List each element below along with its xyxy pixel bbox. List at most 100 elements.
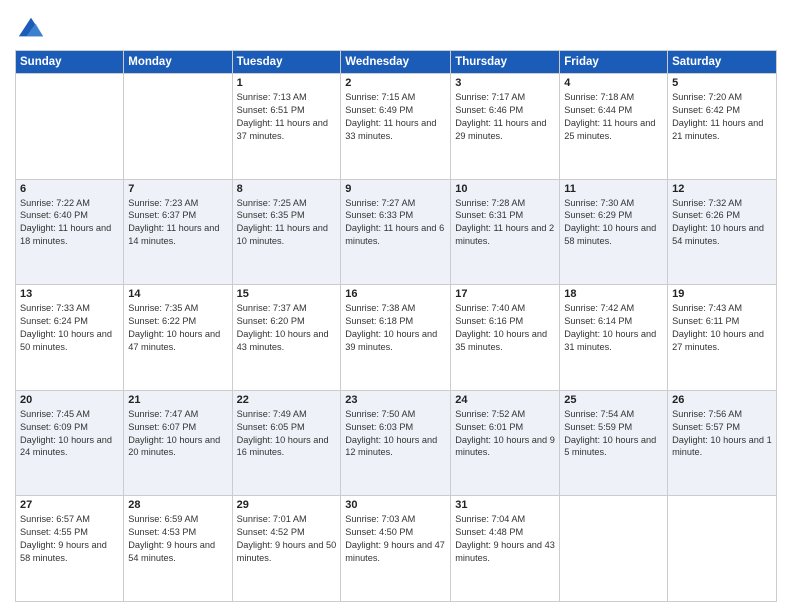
cell-content: Sunrise: 6:57 AMSunset: 4:55 PMDaylight:… — [20, 514, 107, 563]
col-sunday: Sunday — [16, 51, 124, 74]
table-row: 31 Sunrise: 7:04 AMSunset: 4:48 PMDayligh… — [451, 496, 560, 602]
day-number: 20 — [20, 394, 119, 406]
day-number: 4 — [564, 77, 663, 89]
cell-content: Sunrise: 7:42 AMSunset: 6:14 PMDaylight:… — [564, 303, 656, 352]
table-row: 4 Sunrise: 7:18 AMSunset: 6:44 PMDaylight… — [560, 74, 668, 180]
table-row: 20 Sunrise: 7:45 AMSunset: 6:09 PMDayligh… — [16, 390, 124, 496]
cell-content: Sunrise: 7:37 AMSunset: 6:20 PMDaylight:… — [237, 303, 329, 352]
day-number: 18 — [564, 288, 663, 300]
day-number: 19 — [672, 288, 772, 300]
cell-content: Sunrise: 7:13 AMSunset: 6:51 PMDaylight:… — [237, 92, 328, 141]
table-row: 9 Sunrise: 7:27 AMSunset: 6:33 PMDaylight… — [341, 179, 451, 285]
table-row: 29 Sunrise: 7:01 AMSunset: 4:52 PMDayligh… — [232, 496, 341, 602]
col-friday: Friday — [560, 51, 668, 74]
day-number: 12 — [672, 183, 772, 195]
table-row: 7Sunrise: 7:23 AMSunset: 6:37 PMDaylight… — [124, 179, 232, 285]
cell-content: Sunrise: 7:45 AMSunset: 6:09 PMDaylight:… — [20, 409, 112, 458]
col-thursday: Thursday — [451, 51, 560, 74]
cell-content: Sunrise: 7:18 AMSunset: 6:44 PMDaylight:… — [564, 92, 655, 141]
day-number: 5 — [672, 77, 772, 89]
day-number: 14 — [128, 288, 227, 300]
day-number: 17 — [455, 288, 555, 300]
cell-content: Sunrise: 7:28 AMSunset: 6:31 PMDaylight:… — [455, 198, 554, 247]
table-row: 1Sunrise: 7:13 AMSunset: 6:51 PMDaylight… — [232, 74, 341, 180]
table-row: 10 Sunrise: 7:28 AMSunset: 6:31 PMDayligh… — [451, 179, 560, 285]
page: Sunday Monday Tuesday Wednesday Thursday… — [0, 0, 792, 612]
day-number: 9 — [345, 183, 446, 195]
day-number: 15 — [237, 288, 337, 300]
day-number: 8 — [237, 183, 337, 195]
cell-content: Sunrise: 7:33 AMSunset: 6:24 PMDaylight:… — [20, 303, 112, 352]
table-row: 2 Sunrise: 7:15 AMSunset: 6:49 PMDaylight… — [341, 74, 451, 180]
day-number: 26 — [672, 394, 772, 406]
day-number: 28 — [128, 499, 227, 511]
cell-content: Sunrise: 6:59 AMSunset: 4:53 PMDaylight:… — [128, 514, 215, 563]
calendar-week-row: 20 Sunrise: 7:45 AMSunset: 6:09 PMDayligh… — [16, 390, 777, 496]
table-row: 28 Sunrise: 6:59 AMSunset: 4:53 PMDayligh… — [124, 496, 232, 602]
table-row: 24 Sunrise: 7:52 AMSunset: 6:01 PMDayligh… — [451, 390, 560, 496]
calendar-week-row: 6 Sunrise: 7:22 AMSunset: 6:40 PMDaylight… — [16, 179, 777, 285]
cell-content: Sunrise: 7:50 AMSunset: 6:03 PMDaylight:… — [345, 409, 437, 458]
cell-content: Sunrise: 7:23 AMSunset: 6:37 PMDaylight:… — [128, 198, 219, 247]
table-row — [668, 496, 777, 602]
cell-content: Sunrise: 7:01 AMSunset: 4:52 PMDaylight:… — [237, 514, 337, 563]
calendar-header-row: Sunday Monday Tuesday Wednesday Thursday… — [16, 51, 777, 74]
calendar-week-row: 13 Sunrise: 7:33 AMSunset: 6:24 PMDayligh… — [16, 285, 777, 391]
col-wednesday: Wednesday — [341, 51, 451, 74]
logo — [15, 14, 45, 42]
table-row: 17 Sunrise: 7:40 AMSunset: 6:16 PMDayligh… — [451, 285, 560, 391]
day-number: 24 — [455, 394, 555, 406]
day-number: 25 — [564, 394, 663, 406]
day-number: 6 — [20, 183, 119, 195]
day-number: 23 — [345, 394, 446, 406]
cell-content: Sunrise: 7:49 AMSunset: 6:05 PMDaylight:… — [237, 409, 329, 458]
day-number: 16 — [345, 288, 446, 300]
day-number: 31 — [455, 499, 555, 511]
table-row: 27 Sunrise: 6:57 AMSunset: 4:55 PMDayligh… — [16, 496, 124, 602]
table-row: 5 Sunrise: 7:20 AMSunset: 6:42 PMDaylight… — [668, 74, 777, 180]
table-row: 14 Sunrise: 7:35 AMSunset: 6:22 PMDayligh… — [124, 285, 232, 391]
day-number: 29 — [237, 499, 337, 511]
cell-content: Sunrise: 7:40 AMSunset: 6:16 PMDaylight:… — [455, 303, 547, 352]
cell-content: Sunrise: 7:27 AMSunset: 6:33 PMDaylight:… — [345, 198, 444, 247]
table-row: 6 Sunrise: 7:22 AMSunset: 6:40 PMDaylight… — [16, 179, 124, 285]
cell-content: Sunrise: 7:25 AMSunset: 6:35 PMDaylight:… — [237, 198, 328, 247]
calendar-week-row: 1Sunrise: 7:13 AMSunset: 6:51 PMDaylight… — [16, 74, 777, 180]
table-row: 8 Sunrise: 7:25 AMSunset: 6:35 PMDaylight… — [232, 179, 341, 285]
day-number: 27 — [20, 499, 119, 511]
cell-content: Sunrise: 7:04 AMSunset: 4:48 PMDaylight:… — [455, 514, 555, 563]
cell-content: Sunrise: 7:32 AMSunset: 6:26 PMDaylight:… — [672, 198, 764, 247]
cell-content: Sunrise: 7:52 AMSunset: 6:01 PMDaylight:… — [455, 409, 555, 458]
day-number: 11 — [564, 183, 663, 195]
table-row: 16 Sunrise: 7:38 AMSunset: 6:18 PMDayligh… — [341, 285, 451, 391]
cell-content: Sunrise: 7:30 AMSunset: 6:29 PMDaylight:… — [564, 198, 656, 247]
cell-content: Sunrise: 7:38 AMSunset: 6:18 PMDaylight:… — [345, 303, 437, 352]
day-number: 22 — [237, 394, 337, 406]
cell-content: Sunrise: 7:56 AMSunset: 5:57 PMDaylight:… — [672, 409, 772, 458]
cell-content: Sunrise: 7:35 AMSunset: 6:22 PMDaylight:… — [128, 303, 220, 352]
logo-icon — [17, 14, 45, 42]
table-row: 21Sunrise: 7:47 AMSunset: 6:07 PMDayligh… — [124, 390, 232, 496]
cell-content: Sunrise: 7:20 AMSunset: 6:42 PMDaylight:… — [672, 92, 763, 141]
day-number: 10 — [455, 183, 555, 195]
day-number: 13 — [20, 288, 119, 300]
table-row: 22 Sunrise: 7:49 AMSunset: 6:05 PMDayligh… — [232, 390, 341, 496]
cell-content: Sunrise: 7:54 AMSunset: 5:59 PMDaylight:… — [564, 409, 656, 458]
day-number: 30 — [345, 499, 446, 511]
table-row — [124, 74, 232, 180]
cell-content: Sunrise: 7:17 AMSunset: 6:46 PMDaylight:… — [455, 92, 546, 141]
table-row: 12 Sunrise: 7:32 AMSunset: 6:26 PMDayligh… — [668, 179, 777, 285]
table-row: 26 Sunrise: 7:56 AMSunset: 5:57 PMDayligh… — [668, 390, 777, 496]
cell-content: Sunrise: 7:22 AMSunset: 6:40 PMDaylight:… — [20, 198, 111, 247]
table-row — [16, 74, 124, 180]
header — [15, 10, 777, 42]
table-row: 23 Sunrise: 7:50 AMSunset: 6:03 PMDayligh… — [341, 390, 451, 496]
calendar-table: Sunday Monday Tuesday Wednesday Thursday… — [15, 50, 777, 602]
cell-content: Sunrise: 7:15 AMSunset: 6:49 PMDaylight:… — [345, 92, 436, 141]
day-number: 21 — [128, 394, 227, 406]
col-saturday: Saturday — [668, 51, 777, 74]
day-number: 2 — [345, 77, 446, 89]
table-row: 11 Sunrise: 7:30 AMSunset: 6:29 PMDayligh… — [560, 179, 668, 285]
col-monday: Monday — [124, 51, 232, 74]
table-row — [560, 496, 668, 602]
